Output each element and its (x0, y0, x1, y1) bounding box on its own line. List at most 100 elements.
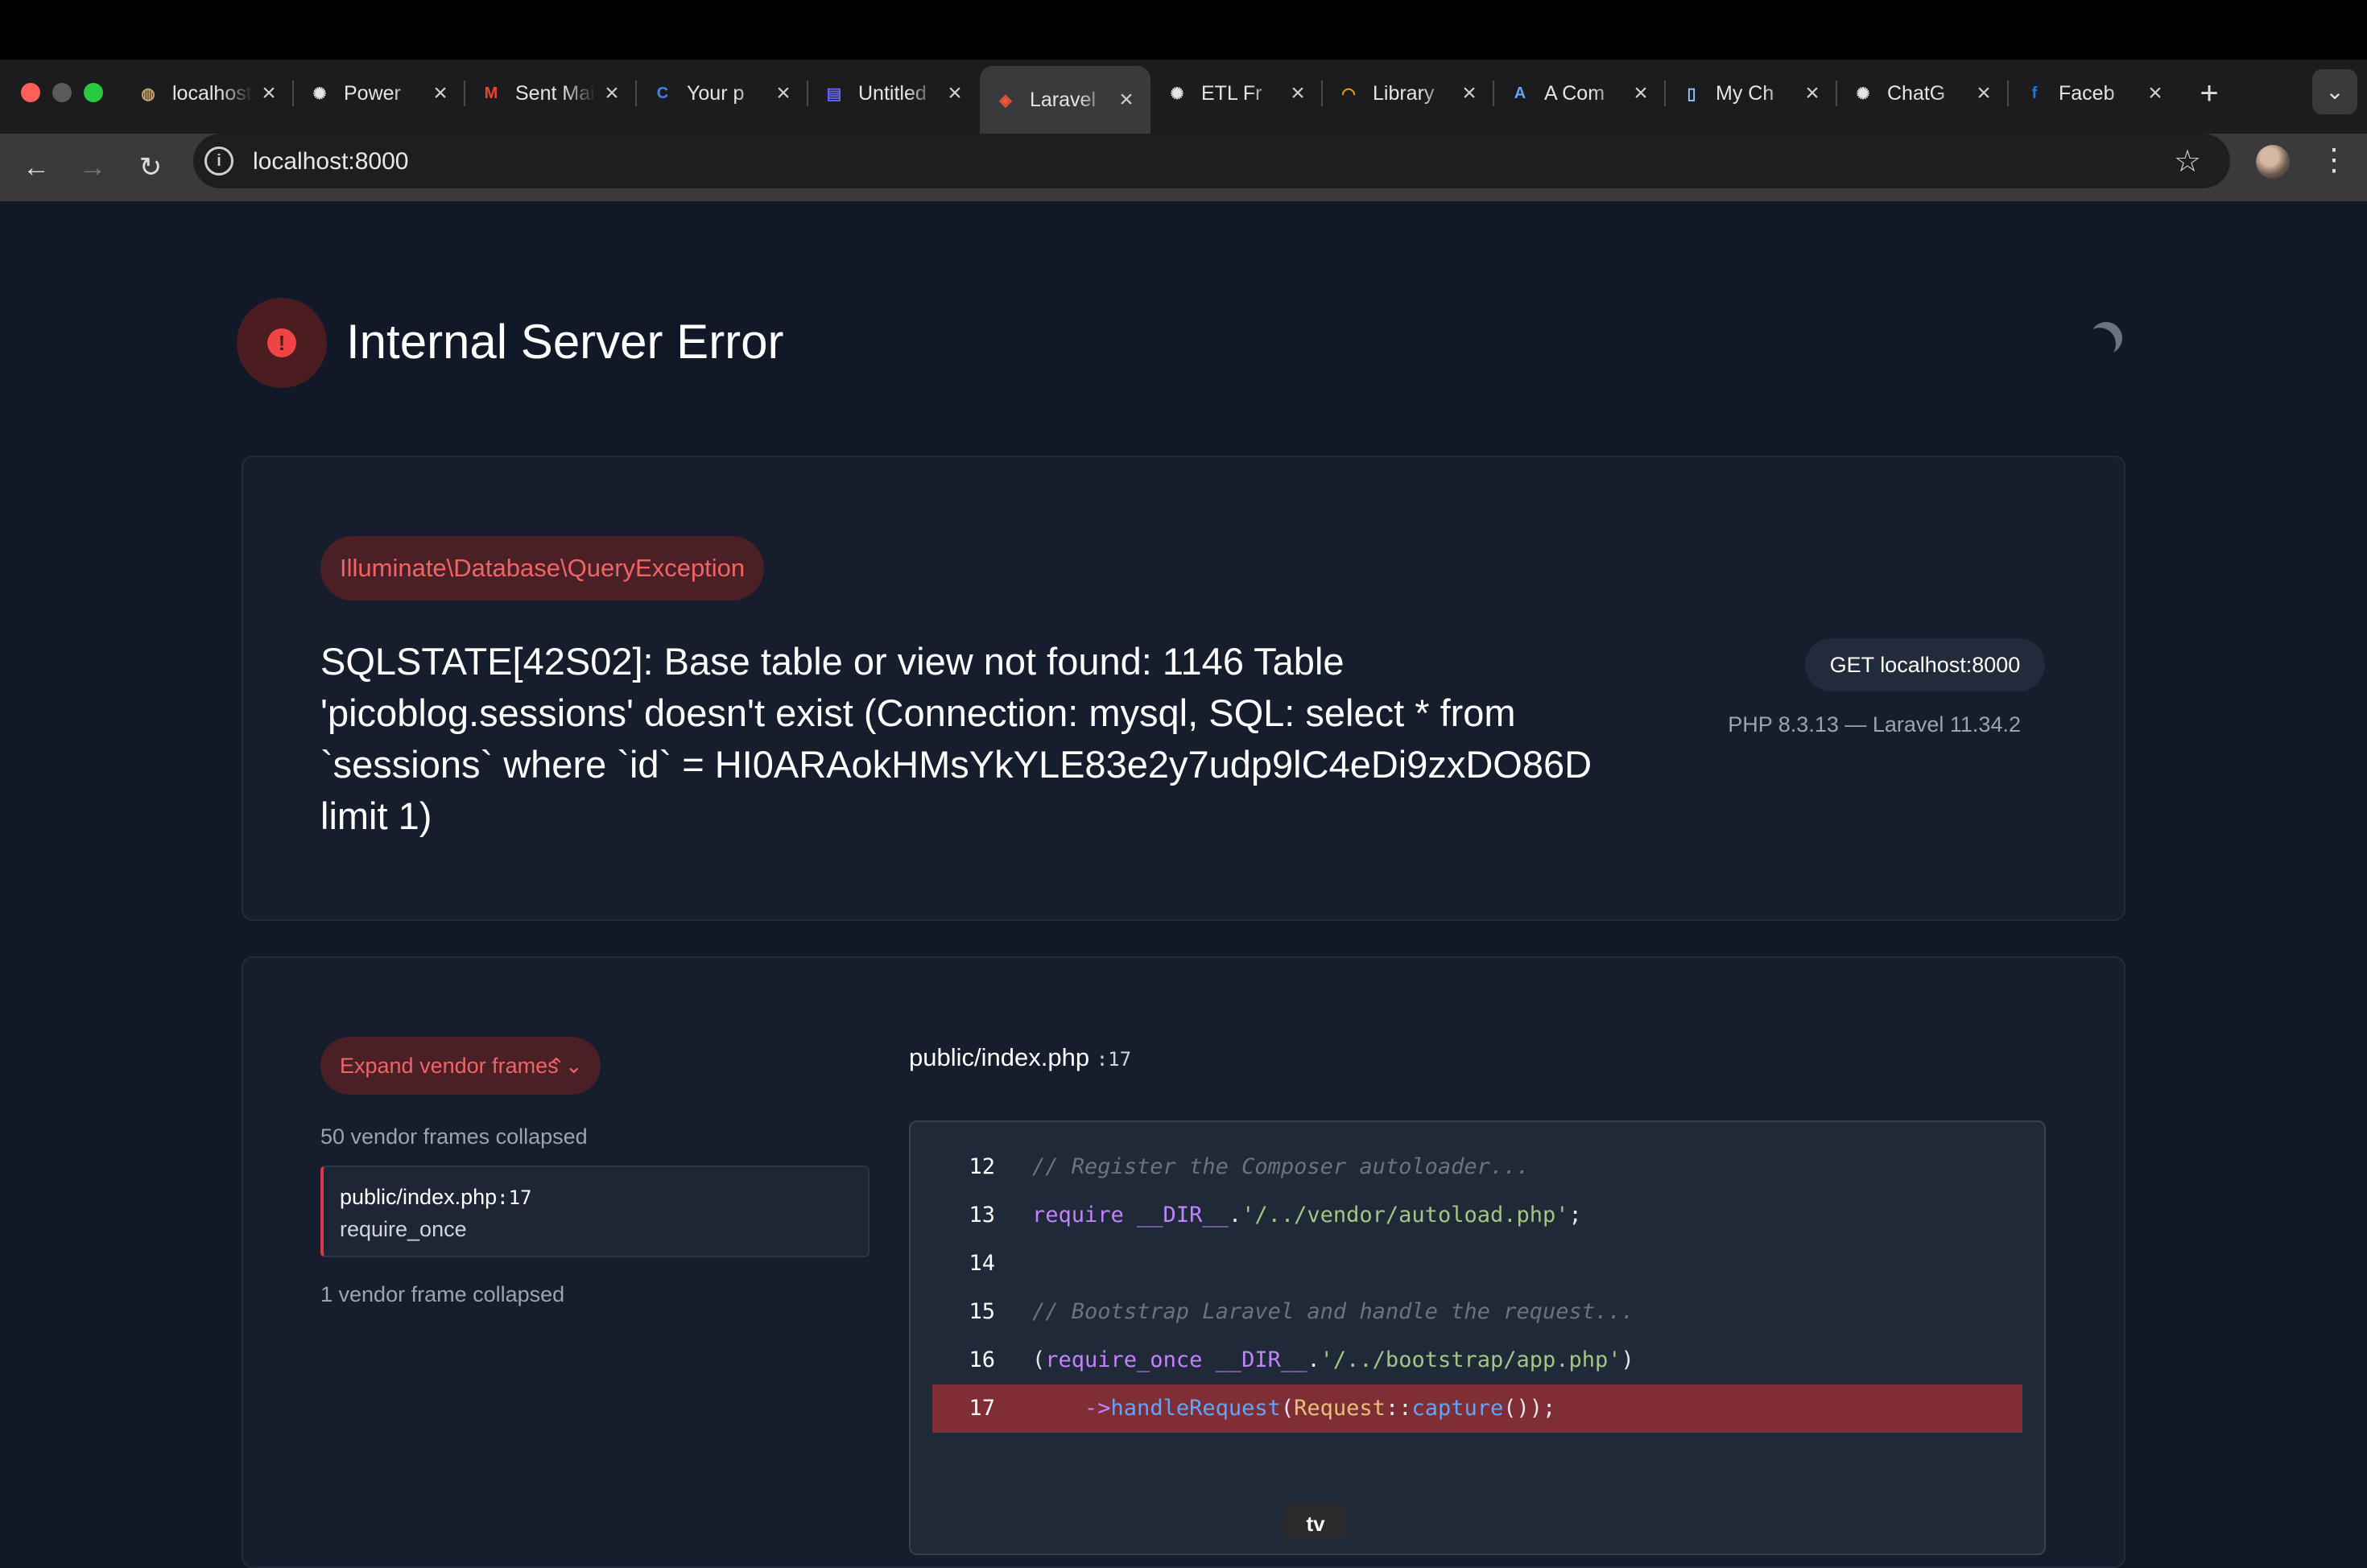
vendor-frames-collapsed-bottom[interactable]: 1 vendor frame collapsed (320, 1278, 564, 1310)
tab-0[interactable]: ◍ localhost × (122, 71, 293, 116)
tab-close-icon[interactable]: × (601, 80, 623, 107)
tab-close-icon[interactable]: × (1630, 80, 1652, 107)
minimize-window-button[interactable] (52, 83, 72, 102)
tab-close-icon[interactable]: × (2144, 80, 2167, 107)
code-source: (require_once __DIR__.'/../bootstrap/app… (1032, 1336, 1634, 1384)
highlighted-code-line: 17 ->handleRequest(Request::capture()); (932, 1384, 2022, 1433)
zoom-window-button[interactable] (84, 83, 103, 102)
stack-frame[interactable]: public/index.php:17 require_once (320, 1166, 870, 1257)
code-token: ()); (1503, 1396, 1556, 1421)
tab-9[interactable]: ▯ My Ch × (1666, 71, 1836, 116)
vendor-frames-collapsed-top[interactable]: 50 vendor frames collapsed (320, 1120, 588, 1153)
tab-title: Laravel (1030, 88, 1096, 111)
line-number: 14 (969, 1251, 995, 1276)
code-token: capture (1411, 1396, 1504, 1421)
notebook-icon: ▯ (1687, 85, 1696, 103)
openai-icon: ✺ (1170, 85, 1184, 103)
tab-6[interactable]: ✺ ETL Fr × (1151, 71, 1322, 116)
expand-vendor-frames-label: Expand vendor frames (340, 1054, 559, 1078)
back-button[interactable]: ← (16, 147, 56, 188)
openai-icon: ✺ (1856, 85, 1870, 103)
code-token: __DIR__ (1215, 1347, 1307, 1372)
line-number: 12 (969, 1154, 995, 1179)
tab-separator (635, 80, 637, 106)
line-number: 16 (969, 1347, 995, 1372)
code-line: 15 // Bootstrap Laravel and handle the re… (932, 1288, 2022, 1336)
tab-separator (1321, 80, 1323, 106)
close-window-button[interactable] (21, 83, 40, 102)
code-token: ( (1032, 1347, 1046, 1372)
frame-file-path: public/index.php (340, 1185, 498, 1209)
expand-vendor-frames-button[interactable]: Expand vendor frames ⌃⌄ (320, 1037, 601, 1095)
code-source: ->handleRequest(Request::capture()); (1032, 1384, 1555, 1433)
arrow-left-icon: ← (23, 152, 50, 183)
tab-separator (1836, 80, 1837, 106)
tab-8[interactable]: A A Com × (1494, 71, 1665, 116)
tab-4[interactable]: ▤ Untitled × (808, 71, 979, 116)
tab-close-icon[interactable]: × (1458, 80, 1481, 107)
frame-function: require_once (340, 1217, 467, 1241)
tab-10[interactable]: ✺ ChatG × (1837, 71, 2008, 116)
request-badge: GET localhost:8000 (1805, 638, 2045, 691)
tab-close-icon[interactable]: × (772, 80, 795, 107)
browser-menu-icon[interactable]: ⋮ (2319, 142, 2349, 178)
chevron-up-down-icon: ⌃⌄ (547, 1054, 583, 1078)
tab-separator (292, 80, 294, 106)
moon-icon[interactable] (2085, 317, 2126, 358)
address-text[interactable]: localhost:8000 (253, 146, 408, 177)
tab-close-icon[interactable]: × (1287, 80, 1309, 107)
tab-close-icon[interactable]: × (1801, 80, 1824, 107)
code-line: 12 // Register the Composer autoloader... (932, 1143, 2022, 1191)
code-token: Request (1294, 1396, 1386, 1421)
tab-7[interactable]: ◠ Library × (1323, 71, 1493, 116)
profile-avatar[interactable] (2256, 145, 2290, 179)
tab-2[interactable]: M Sent Mail × (465, 71, 636, 116)
appletv-overlay-icon: tv (1283, 1504, 1348, 1539)
code-token: require_once (1045, 1347, 1216, 1372)
c-logo-icon: C (656, 84, 669, 102)
tab-title: localhost (172, 81, 252, 105)
tab-close-icon[interactable]: × (1115, 86, 1138, 113)
tab-title: Untitled (858, 81, 927, 105)
page-title: Internal Server Error (346, 315, 784, 369)
tab-3[interactable]: C Your p × (637, 71, 808, 116)
laravel-icon: ◈ (999, 91, 1012, 109)
openai-icon: ✺ (312, 85, 327, 103)
frame-line-number: :17 (497, 1186, 532, 1209)
line-number: 17 (969, 1396, 995, 1421)
code-token: '/../bootstrap/app.php' (1320, 1347, 1621, 1372)
tab-1[interactable]: ✺ Power × (294, 71, 465, 116)
gmail-icon: M (484, 84, 498, 102)
tab-close-icon[interactable]: × (944, 80, 966, 107)
code-source: // Bootstrap Laravel and handle the requ… (1032, 1288, 1634, 1336)
a-logo-icon: A (1514, 84, 1526, 102)
chevron-down-icon: ⌄ (2325, 79, 2344, 104)
code-line: 14 (932, 1240, 2022, 1288)
tab-title: Your p (687, 81, 745, 105)
tab-close-icon[interactable]: × (1972, 80, 1995, 107)
code-token: __DIR__ (1137, 1203, 1229, 1228)
tab-11[interactable]: f Faceb × (2009, 71, 2179, 116)
code-token: . (1307, 1347, 1320, 1372)
new-tab-button[interactable]: + (2187, 71, 2232, 116)
tab-5[interactable]: ◈ Laravel × (980, 66, 1150, 134)
reload-icon: ↻ (138, 152, 163, 183)
macos-menubar-area (0, 0, 2367, 60)
bookmark-star-icon[interactable]: ☆ (2174, 143, 2201, 179)
exception-class-badge: Illuminate\Database\QueryException (320, 536, 765, 600)
tab-search-button[interactable]: ⌄ (2312, 69, 2357, 114)
tab-title: A Com (1544, 81, 1605, 105)
tab-separator (2007, 80, 2009, 106)
tab-close-icon[interactable]: × (429, 80, 452, 107)
reload-button[interactable]: ↻ (130, 147, 171, 188)
rainbow-icon: ◠ (1341, 85, 1356, 103)
tab-separator (1664, 80, 1666, 106)
site-info-icon[interactable]: i (204, 146, 233, 175)
forward-button[interactable]: → (72, 147, 113, 188)
tab-close-icon[interactable]: × (258, 80, 280, 107)
tab-title: Power (344, 81, 401, 105)
code-token: ; (1568, 1203, 1582, 1228)
code-token: . (1228, 1203, 1242, 1228)
code-token: // Register the Composer autoloader... (1032, 1154, 1530, 1179)
address-bar[interactable] (193, 134, 2230, 188)
